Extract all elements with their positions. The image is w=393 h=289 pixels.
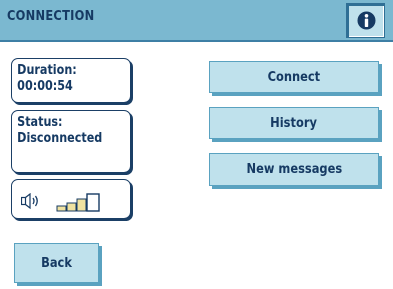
info-icon (357, 11, 376, 30)
new-messages-label: New messages (246, 162, 342, 177)
header-bar: CONNECTION (0, 0, 393, 42)
back-label: Back (41, 255, 72, 271)
page-title: CONNECTION (7, 9, 95, 24)
duration-label: Duration: (17, 63, 77, 78)
history-button[interactable]: History (209, 107, 379, 139)
duration-value: 00:00:54 (17, 79, 73, 94)
speaker-icon (21, 193, 38, 209)
new-messages-button[interactable]: New messages (209, 153, 379, 186)
connect-label: Connect (267, 69, 321, 85)
status-label: Status: (17, 115, 63, 130)
status-panel: Status: Disconnected (11, 110, 131, 173)
duration-panel: Duration: 00:00:54 (11, 58, 131, 103)
connect-button[interactable]: Connect (209, 61, 379, 93)
back-button[interactable]: Back (14, 243, 99, 283)
history-label: History (270, 115, 318, 131)
info-button[interactable] (346, 3, 385, 38)
signal-strength-icon (56, 193, 100, 212)
status-value: Disconnected (17, 131, 103, 146)
